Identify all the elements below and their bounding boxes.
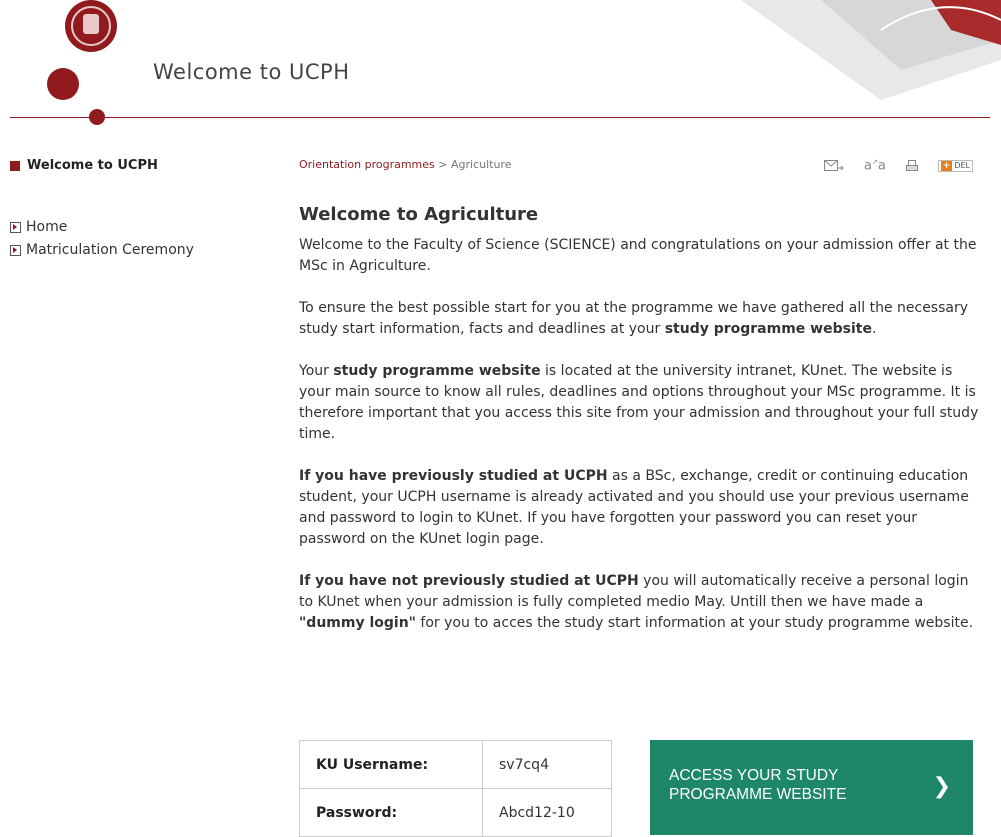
website-paragraph: Your study programme website is located … (299, 363, 979, 442)
sidebar-item-matriculation-ceremony[interactable]: Matriculation Ceremony (10, 241, 270, 259)
decorative-dot (47, 68, 79, 100)
text-size-icon[interactable]: a↗a (864, 158, 886, 173)
start-info-paragraph: To ensure the best possible start for yo… (299, 300, 969, 337)
site-header: Welcome to UCPH (0, 0, 1001, 130)
arrow-right-icon (10, 244, 21, 256)
password-label: Password: (299, 788, 483, 837)
sidebar-item-home[interactable]: Home (10, 218, 270, 236)
header-decoration (741, 0, 1001, 100)
breadcrumb-current: Agriculture (450, 158, 512, 171)
username-value: sv7cq4 (482, 740, 612, 789)
page-heading: Welcome to Agriculture (299, 204, 539, 225)
intro-paragraph: Welcome to the Faculty of Science (SCIEN… (299, 237, 977, 274)
new-students-paragraph: If you have not previously studied at UC… (299, 573, 974, 631)
arrow-right-icon (10, 221, 21, 233)
print-icon[interactable] (905, 159, 918, 172)
decorative-dot-small (89, 109, 105, 125)
main-content: Orientation programmes > Agriculture a↗a… (299, 158, 979, 655)
university-seal-logo[interactable] (65, 0, 117, 52)
email-forward-icon[interactable] (823, 159, 844, 172)
access-study-programme-button[interactable]: ACCESS YOUR STUDY PROGRAMME WEBSITE ❯ (650, 740, 973, 835)
cta-line-1: ACCESS YOUR STUDY (669, 767, 839, 784)
credentials-table: KU Username: sv7cq4 Password: Abcd12-10 (299, 740, 612, 837)
sidebar: Welcome to UCPH Home Matriculation Cerem… (10, 158, 270, 264)
square-bullet-icon (10, 160, 20, 171)
table-row: Password: Abcd12-10 (299, 788, 612, 837)
share-del-button[interactable]: + DEL (937, 159, 973, 172)
sidebar-nav: Home Matriculation Ceremony (10, 218, 270, 259)
site-title[interactable]: Welcome to UCPH (153, 60, 349, 84)
cta-line-2: PROGRAMME WEBSITE (669, 786, 847, 803)
header-divider (10, 117, 990, 118)
table-row: KU Username: sv7cq4 (299, 740, 612, 789)
page-tools: a↗a + DEL (823, 158, 973, 173)
password-value: Abcd12-10 (482, 788, 612, 837)
breadcrumb-link-orientation[interactable]: Orientation programmes (299, 158, 435, 171)
previous-students-paragraph: If you have previously studied at UCPH a… (299, 468, 969, 547)
username-label: KU Username: (299, 740, 483, 789)
sidebar-title[interactable]: Welcome to UCPH (10, 158, 270, 173)
chevron-right-icon: ❯ (932, 774, 951, 799)
